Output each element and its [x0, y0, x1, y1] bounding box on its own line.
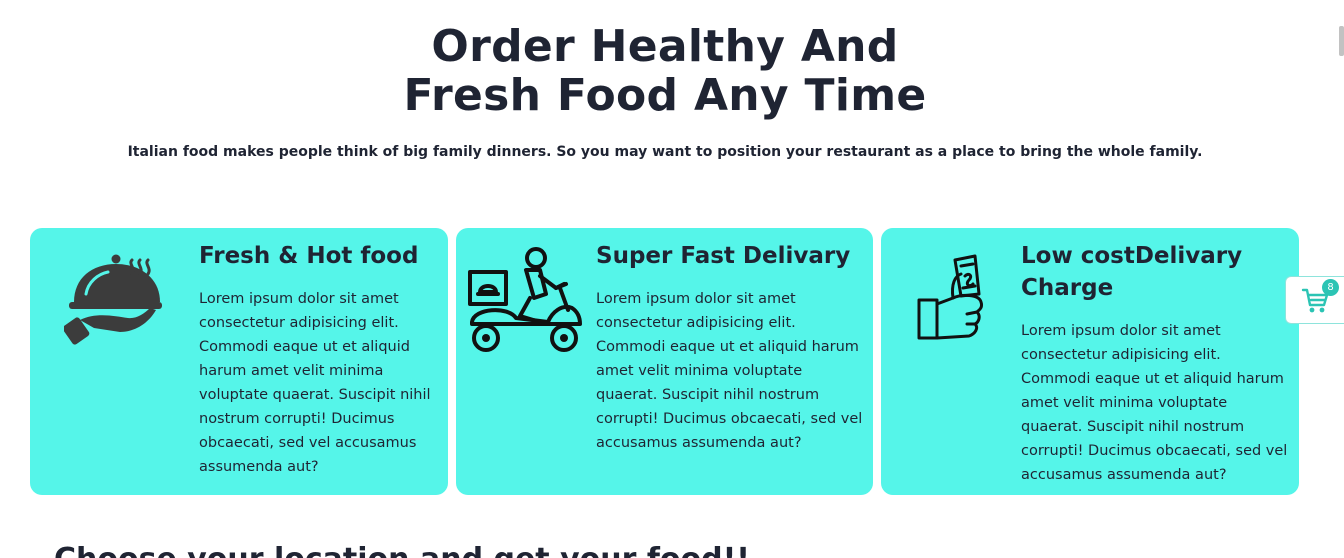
delivery-scooter-icon — [468, 246, 586, 354]
cart-count-badge: 8 — [1322, 279, 1339, 296]
feature-title: Fresh & Hot food — [199, 243, 419, 269]
feature-card-low-cost: Low costDelivary Charge Lorem ipsum dolo… — [881, 228, 1299, 495]
next-section-heading: Choose your location and get your food!! — [54, 540, 954, 558]
feature-card-fast-delivery: Super Fast Delivary Lorem ipsum dolor si… — [456, 228, 873, 495]
hero-title-line-2: Fresh Food Any Time — [403, 70, 927, 121]
hero-title: Order Healthy And Fresh Food Any Time — [0, 22, 1330, 120]
cart-button[interactable]: 8 — [1285, 276, 1344, 324]
page: Order Healthy And Fresh Food Any Time It… — [0, 0, 1344, 558]
feature-card-fresh-food: Fresh & Hot food Lorem ipsum dolor sit a… — [30, 228, 448, 495]
hero-title-line-1: Order Healthy And — [431, 21, 899, 72]
serving-tray-icon — [62, 250, 164, 350]
hand-money-icon — [917, 254, 987, 344]
feature-text: Lorem ipsum dolor sit amet consectetur a… — [1021, 323, 1288, 483]
feature-text: Lorem ipsum dolor sit amet consectetur a… — [596, 291, 863, 451]
feature-title: Low costDelivary Charge — [1021, 243, 1243, 301]
scrollbar-thumb[interactable] — [1339, 26, 1344, 56]
feature-text: Lorem ipsum dolor sit amet consectetur a… — [199, 291, 431, 475]
hero-subtitle: Italian food makes people think of big f… — [127, 144, 1203, 160]
feature-title: Super Fast Delivary — [596, 243, 851, 269]
